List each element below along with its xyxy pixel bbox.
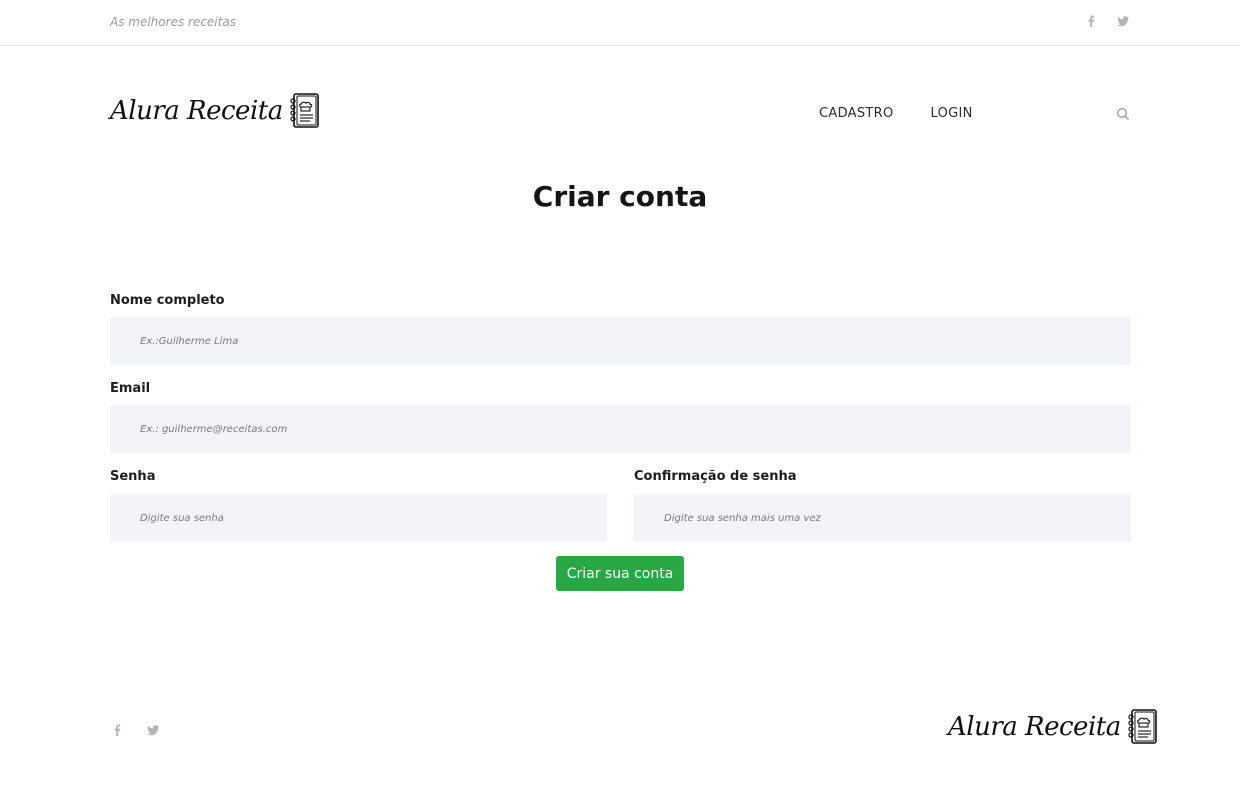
password-confirm-input[interactable]	[634, 494, 1131, 542]
brand-logo[interactable]: Alura Receita	[110, 92, 321, 130]
password-confirm-label: Confirmação de senha	[634, 469, 797, 484]
page-title: Criar conta	[532, 180, 708, 213]
twitter-icon[interactable]	[146, 723, 160, 737]
email-label: Email	[110, 381, 151, 396]
tagline: As melhores receitas	[110, 15, 236, 29]
nav-item-login[interactable]: LOGIN	[931, 106, 973, 121]
full-name-input[interactable]	[110, 317, 1131, 365]
search-icon[interactable]	[1116, 106, 1130, 121]
footer-social-links	[110, 723, 160, 737]
footer-brand-logo[interactable]: Alura Receita	[948, 708, 1159, 746]
twitter-icon[interactable]	[1116, 14, 1130, 28]
top-social-links	[1084, 14, 1130, 28]
facebook-icon[interactable]	[1084, 14, 1098, 28]
password-input[interactable]	[110, 494, 607, 542]
name-label: Nome completo	[110, 293, 225, 308]
brand-name: Alura Receita	[110, 96, 283, 126]
password-label: Senha	[110, 469, 156, 484]
create-account-button[interactable]: Criar sua conta	[556, 556, 684, 591]
facebook-icon[interactable]	[110, 723, 124, 737]
main-nav: CADASTRO LOGIN	[819, 106, 973, 121]
recipe-book-icon	[287, 92, 321, 130]
recipe-book-icon	[1125, 708, 1159, 746]
top-bar: As melhores receitas	[0, 0, 1240, 46]
nav-item-cadastro[interactable]: CADASTRO	[819, 106, 894, 121]
email-input[interactable]	[110, 405, 1131, 453]
footer-brand-name: Alura Receita	[948, 712, 1121, 742]
